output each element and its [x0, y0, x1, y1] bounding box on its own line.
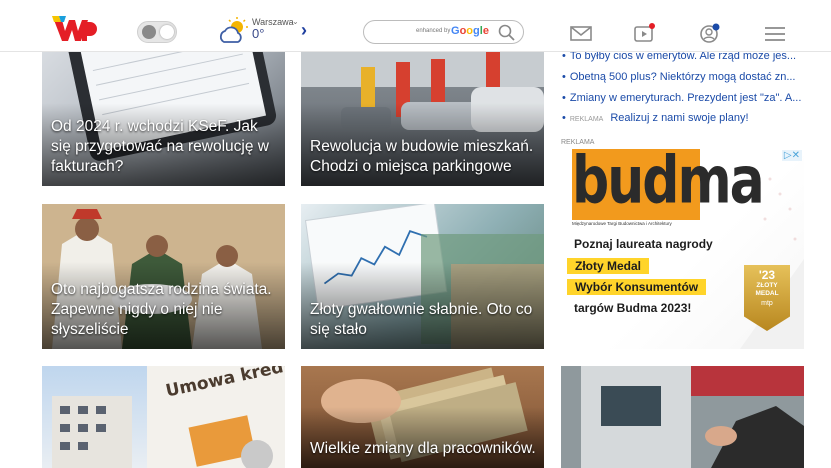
ad-line2: Złoty Medal [567, 258, 650, 274]
ad-line3: Wybór Konsumentów [567, 279, 707, 295]
search-powered-label: enhanced by [416, 28, 451, 34]
article-card[interactable]: Umowa kredy [42, 366, 285, 468]
ad-close-icon[interactable]: ▷✕ [781, 150, 802, 161]
article-card[interactable]: Od 2024 r. wchodzi KSeF. Jak się przygot… [42, 47, 285, 186]
mail-icon[interactable] [568, 22, 594, 44]
article-caption[interactable]: Od 2024 r. wchodzi KSeF. Jak się przygot… [51, 117, 277, 177]
badge-year: '23 [758, 268, 776, 282]
article-card[interactable]: Oto najbogatsza rodzina świata. Zapewne … [42, 204, 285, 349]
search-input[interactable]: enhanced by Google [363, 20, 524, 44]
article-card[interactable]: Złoty gwałtownie słabnie. Oto co się sta… [301, 204, 544, 349]
article-caption[interactable]: Złoty gwałtownie słabnie. Oto co się sta… [310, 300, 536, 340]
sponsored-tag: REKLAMA [569, 116, 604, 123]
menu-icon[interactable] [762, 22, 788, 44]
weather-cloud-sun-icon [219, 17, 248, 43]
article-card[interactable] [561, 366, 804, 468]
chevron-right-icon[interactable]: › [301, 20, 307, 41]
chevron-down-icon[interactable]: ⌄ [292, 17, 299, 26]
ad-line1: Poznaj laureata nagrody [574, 237, 713, 251]
budma-ad[interactable]: ▷✕ budma Międzynarodowe Targi Budownictw… [560, 149, 804, 349]
sponsored-text[interactable]: Realizuj z nami swoje plany! [610, 112, 748, 124]
badge-title: ZŁOTY MEDAL [755, 282, 779, 297]
ad-subtitle: Międzynarodowe Targi Budownictwa i Archi… [572, 221, 672, 226]
ad-line4: targów Budma 2023! [574, 301, 692, 315]
news-link[interactable]: • Zmiany w emeryturach. Prezydent jest "z… [562, 92, 801, 104]
budma-logo: budma [572, 149, 765, 220]
google-logo: Google [451, 25, 489, 37]
article-card[interactable]: Wielkie zmiany dla pracowników. [301, 366, 544, 468]
ad-label: REKLAMA [561, 139, 595, 146]
news-link-text[interactable]: Zmiany w emeryturach. Prezydent jest "za… [570, 92, 802, 104]
article-caption[interactable]: Wielkie zmiany dla pracowników. [310, 439, 536, 459]
sponsored-link[interactable]: • REKLAMA Realizuj z nami swoje plany! [562, 112, 749, 124]
article-caption[interactable]: Oto najbogatsza rodzina świata. Zapewne … [51, 280, 277, 340]
article-image [561, 366, 804, 468]
article-caption[interactable]: Rewolucja w budowie mieszkań. Chodzi o m… [310, 137, 536, 177]
wp-logo[interactable] [52, 16, 98, 44]
article-card[interactable]: Rewolucja w budowie mieszkań. Chodzi o m… [301, 47, 544, 186]
search-icon[interactable] [497, 23, 517, 43]
user-icon[interactable] [697, 22, 723, 44]
news-link-text[interactable]: Obetną 500 plus? Niektórzy mogą dostać z… [570, 71, 796, 83]
video-icon[interactable] [632, 22, 658, 44]
top-bar: Warszawa ⌄ 0° › enhanced by Google [0, 0, 831, 52]
badge-brand: mtp [761, 300, 773, 307]
theme-toggle[interactable] [137, 21, 177, 43]
weather-temp: 0° [252, 26, 265, 41]
news-link[interactable]: • Obetną 500 plus? Niektórzy mogą dostać … [562, 71, 795, 83]
